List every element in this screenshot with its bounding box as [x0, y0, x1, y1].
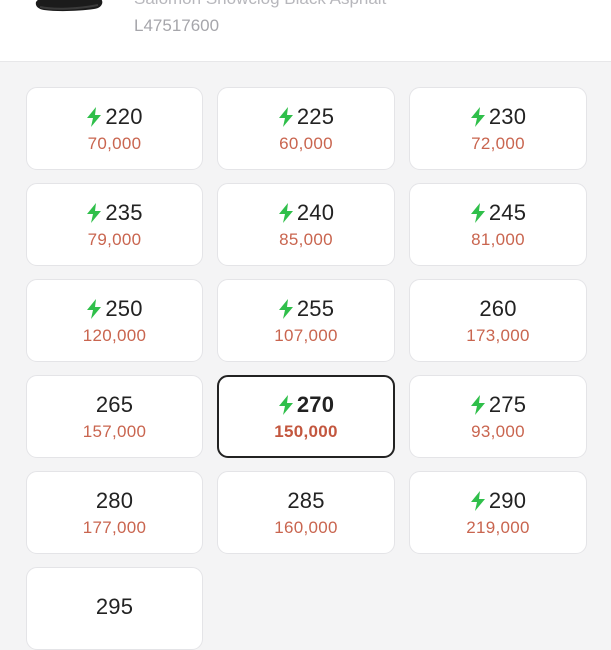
size-option-250[interactable]: 250 120,000 — [26, 279, 203, 362]
size-option-245[interactable]: 245 81,000 — [409, 183, 587, 266]
size-price: 85,000 — [279, 229, 333, 249]
size-option-275[interactable]: 275 93,000 — [409, 375, 587, 458]
size-label: 230 — [488, 103, 527, 129]
size-label: 240 — [296, 199, 335, 225]
size-label: 295 — [95, 593, 134, 619]
size-label: 225 — [296, 103, 335, 129]
size-price: 60,000 — [279, 133, 333, 153]
size-option-290[interactable]: 290 219,000 — [409, 471, 587, 554]
size-option-260[interactable]: 260 173,000 — [409, 279, 587, 362]
size-price: 81,000 — [471, 229, 525, 249]
size-price: 173,000 — [466, 325, 530, 345]
size-label: 260 — [479, 295, 517, 321]
size-label: 280 — [95, 487, 134, 513]
size-price: 79,000 — [87, 229, 142, 249]
size-price: 177,000 — [82, 517, 147, 537]
size-option-280[interactable]: 280 177,000 — [26, 471, 203, 554]
size-price: 160,000 — [274, 517, 338, 537]
lightning-bolt-icon — [278, 202, 293, 223]
lightning-bolt-icon — [278, 106, 293, 127]
size-option-285[interactable]: 285 160,000 — [217, 471, 395, 554]
size-label: 275 — [488, 391, 527, 417]
size-option-255[interactable]: 255 107,000 — [217, 279, 395, 362]
product-header: Salomon Snowclog Black Asphalt L47517600 — [0, 0, 611, 62]
size-option-225[interactable]: 225 60,000 — [217, 87, 395, 170]
lightning-bolt-icon — [87, 298, 102, 319]
size-price: 120,000 — [82, 325, 147, 345]
lightning-bolt-icon — [470, 394, 485, 415]
size-option-240[interactable]: 240 85,000 — [217, 183, 395, 266]
product-thumbnail — [34, 0, 104, 20]
size-price: 150,000 — [274, 421, 338, 441]
size-price: 72,000 — [471, 133, 525, 153]
lightning-bolt-icon — [87, 106, 102, 127]
size-label: 245 — [488, 199, 527, 225]
size-label: 290 — [488, 487, 527, 513]
size-option-230[interactable]: 230 72,000 — [409, 87, 587, 170]
lightning-bolt-icon — [278, 394, 293, 415]
lightning-bolt-icon — [87, 202, 102, 223]
size-label: 270 — [296, 391, 335, 417]
size-grid: 220 70,000 225 60,000 230 72,000 235 79,… — [26, 87, 587, 650]
lightning-bolt-icon — [278, 298, 293, 319]
lightning-bolt-icon — [470, 490, 485, 511]
product-code: L47517600 — [134, 16, 220, 35]
size-option-235[interactable]: 235 79,000 — [26, 183, 203, 266]
size-label: 255 — [296, 295, 335, 321]
size-price: 70,000 — [87, 133, 142, 153]
size-price: 157,000 — [82, 421, 147, 441]
size-price: 93,000 — [471, 421, 525, 441]
size-label: 220 — [105, 103, 143, 129]
size-option-265[interactable]: 265 157,000 — [26, 375, 203, 458]
size-price: 219,000 — [466, 517, 530, 537]
size-label: 285 — [287, 487, 325, 513]
size-option-220[interactable]: 220 70,000 — [26, 87, 203, 170]
size-label: 250 — [105, 295, 143, 321]
size-option-295[interactable]: 295 — [26, 567, 203, 650]
product-name: Salomon Snowclog Black Asphalt — [134, 0, 386, 9]
lightning-bolt-icon — [470, 202, 485, 223]
size-option-270-selected[interactable]: 270 150,000 — [217, 375, 395, 458]
size-label: 265 — [95, 391, 134, 417]
size-price: 107,000 — [274, 325, 338, 345]
lightning-bolt-icon — [470, 106, 485, 127]
size-label: 235 — [105, 199, 143, 225]
